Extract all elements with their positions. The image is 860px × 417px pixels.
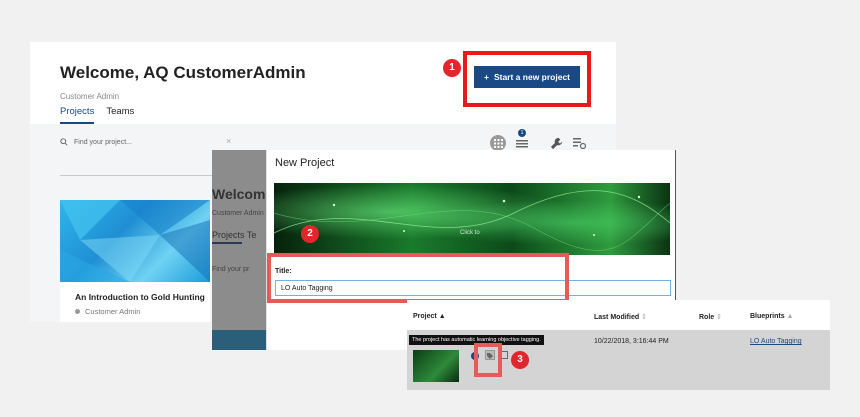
project-cover-image[interactable]: Click to xyxy=(273,183,671,255)
dimmed-card-image xyxy=(212,330,266,350)
step-badge-3: 3 xyxy=(511,351,529,369)
col-header-blueprints[interactable]: Blueprints ▲ xyxy=(750,313,794,320)
col-header-project[interactable]: Project ▲ xyxy=(413,313,446,320)
search-icon xyxy=(60,138,68,146)
table-row[interactable]: The project has automatic learning objec… xyxy=(407,330,830,390)
dimmed-welcome: Welcome xyxy=(212,186,266,202)
search-input[interactable]: Find your project... xyxy=(74,139,132,146)
list-count-badge: 1 xyxy=(518,129,526,137)
callout-box-3 xyxy=(474,343,502,377)
col-header-last-modified[interactable]: Last Modified ⇕ xyxy=(594,313,647,321)
grid-view-icon[interactable] xyxy=(490,135,506,151)
project-card-title[interactable]: An Introduction to Gold Hunting xyxy=(75,292,205,302)
dimmed-tab-underline xyxy=(212,242,242,244)
list-view-icon[interactable]: 1 xyxy=(516,129,528,149)
owner-dot-icon xyxy=(75,309,80,314)
modal-title: New Project xyxy=(275,157,335,169)
step-badge-2: 2 xyxy=(301,225,319,243)
project-card[interactable]: An Introduction to Gold Hunting Customer… xyxy=(60,200,210,322)
list-settings-icon[interactable] xyxy=(573,137,586,149)
project-thumbnail[interactable] xyxy=(413,350,459,382)
project-card-image xyxy=(60,200,210,282)
view-toggle: 1 xyxy=(490,129,586,151)
dimmed-search: Find your pr xyxy=(212,266,250,273)
callout-box-2 xyxy=(267,253,569,303)
dashboard-tabs: Projects Teams xyxy=(60,106,134,124)
tab-teams[interactable]: Teams xyxy=(106,106,134,124)
wrench-icon[interactable] xyxy=(550,137,563,150)
row-last-modified: 10/22/2018, 3:16:44 PM xyxy=(594,338,669,345)
project-card-owner: Customer Admin xyxy=(75,307,140,316)
col-header-role[interactable]: Role ⇕ xyxy=(699,313,722,321)
step-badge-1: 1 xyxy=(443,59,461,77)
row-blueprint-link[interactable]: LO Auto Tagging xyxy=(750,338,802,345)
dimmed-tabs: Projects Te xyxy=(212,230,257,240)
cover-image-caption: Click to xyxy=(460,230,480,236)
project-search[interactable]: Find your project... xyxy=(60,138,240,146)
projects-table: Project ▲ Last Modified ⇕ Role ⇕ Bluepri… xyxy=(407,300,830,390)
project-card-owner-name: Customer Admin xyxy=(85,307,141,316)
clear-search-icon[interactable]: × xyxy=(226,136,231,146)
dimmed-background: Welcome Customer Admin Projects Te Find … xyxy=(212,150,266,350)
dimmed-role: Customer Admin xyxy=(212,210,264,217)
tab-projects[interactable]: Projects xyxy=(60,106,95,124)
callout-box-1 xyxy=(463,51,591,107)
